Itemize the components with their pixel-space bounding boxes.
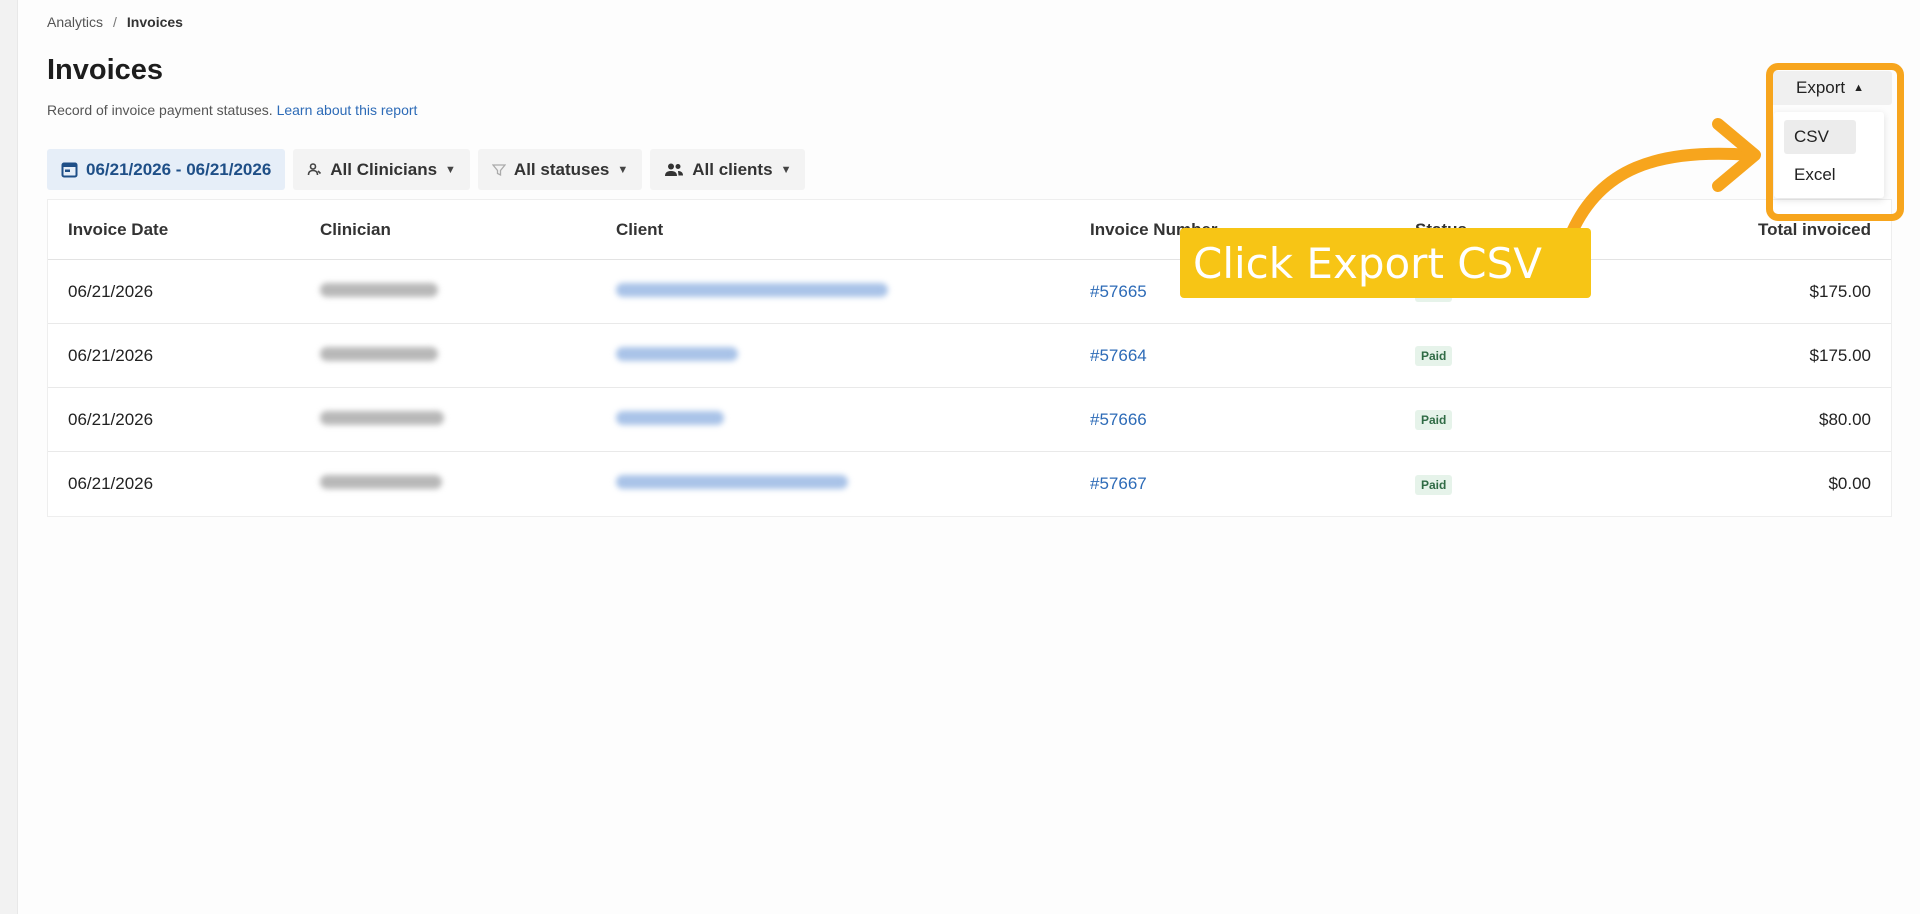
- date-range-label: 06/21/2026 - 06/21/2026: [86, 159, 272, 179]
- invoice-number-link[interactable]: #57665: [1090, 282, 1147, 301]
- status-cell: Paid: [1415, 474, 1675, 495]
- column-header[interactable]: Client: [616, 220, 1090, 240]
- page-title: Invoices: [47, 54, 164, 86]
- statuses-label: All statuses: [513, 159, 610, 179]
- column-header[interactable]: Invoice Date: [48, 220, 320, 240]
- total-cell: $80.00: [1819, 409, 1871, 429]
- client-cell[interactable]: [616, 282, 1090, 302]
- clinician-icon: [307, 162, 322, 177]
- calendar-icon: [61, 161, 78, 178]
- table-row[interactable]: 06/21/2026 #57665 Paid $175.00: [48, 260, 1891, 324]
- status-badge: Paid: [1415, 410, 1453, 430]
- invoice-date-cell: 06/21/2026: [68, 409, 154, 429]
- people-icon: [664, 162, 684, 178]
- annotation-callout: Click Export CSV: [1180, 228, 1591, 298]
- table-row[interactable]: 06/21/2026 #57666 Paid $80.00: [48, 388, 1891, 452]
- clients-filter[interactable]: All clients ▼: [650, 149, 806, 190]
- invoice-number-link[interactable]: #57666: [1090, 410, 1147, 429]
- status-badge: Paid: [1415, 474, 1453, 495]
- annotation-arrow-icon: [1566, 118, 1761, 238]
- clinician-cell: [320, 346, 616, 366]
- clients-label: All clients: [692, 159, 773, 179]
- status-cell: Paid: [1415, 409, 1675, 430]
- status-badge: Paid: [1415, 346, 1453, 366]
- filter-icon: [491, 163, 506, 177]
- chevron-down-icon: ▼: [445, 163, 456, 176]
- clinician-cell: [320, 282, 616, 302]
- chevron-down-icon: ▼: [780, 163, 792, 176]
- total-cell: $175.00: [1809, 345, 1871, 365]
- subtitle-text: Record of invoice payment statuses.: [47, 102, 273, 118]
- table-row[interactable]: 06/21/2026 #57664 Paid $175.00: [48, 324, 1891, 388]
- invoice-date-cell: 06/21/2026: [68, 474, 154, 493]
- chevron-down-icon: ▼: [617, 163, 629, 176]
- invoice-number-link[interactable]: #57664: [1090, 346, 1147, 365]
- status-cell: Paid: [1415, 345, 1675, 366]
- invoice-number-cell: #57666: [1090, 410, 1415, 430]
- column-header[interactable]: Clinician: [320, 220, 616, 240]
- learn-link[interactable]: Learn about this report: [277, 102, 418, 118]
- invoice-number-link[interactable]: #57667: [1090, 474, 1147, 493]
- invoices-table: Invoice Date Clinician Client Invoice Nu…: [47, 199, 1892, 517]
- breadcrumb: Analytics / Invoices: [47, 14, 183, 30]
- left-rail: [0, 0, 18, 914]
- breadcrumb-separator: /: [113, 14, 117, 30]
- invoice-date-cell: 06/21/2026: [68, 345, 154, 365]
- invoice-number-cell: #57664: [1090, 346, 1415, 366]
- table-row[interactable]: 06/21/2026 #57667 Paid $0.00: [48, 452, 1891, 516]
- client-cell[interactable]: [616, 474, 1090, 494]
- total-cell: $0.00: [1828, 474, 1871, 493]
- invoice-date-cell: 06/21/2026: [68, 281, 154, 301]
- client-cell[interactable]: [616, 410, 1090, 430]
- clinician-cell: [320, 474, 616, 494]
- statuses-filter[interactable]: All statuses ▼: [477, 149, 643, 190]
- breadcrumb-current: Invoices: [126, 14, 183, 30]
- export-highlight: [1766, 63, 1904, 221]
- client-cell[interactable]: [616, 346, 1090, 366]
- date-range-filter[interactable]: 06/21/2026 - 06/21/2026: [47, 149, 286, 190]
- breadcrumb-analytics[interactable]: Analytics: [47, 14, 103, 30]
- total-cell: $175.00: [1809, 281, 1871, 301]
- clinicians-filter[interactable]: All Clinicians ▼: [293, 149, 470, 190]
- clinicians-label: All Clinicians: [330, 159, 438, 179]
- filter-bar: 06/21/2026 - 06/21/2026 All Clinicians ▼…: [47, 149, 806, 190]
- page-subtitle: Record of invoice payment statuses. Lear…: [47, 102, 417, 118]
- clinician-cell: [320, 410, 616, 430]
- invoice-number-cell: #57667: [1090, 474, 1415, 494]
